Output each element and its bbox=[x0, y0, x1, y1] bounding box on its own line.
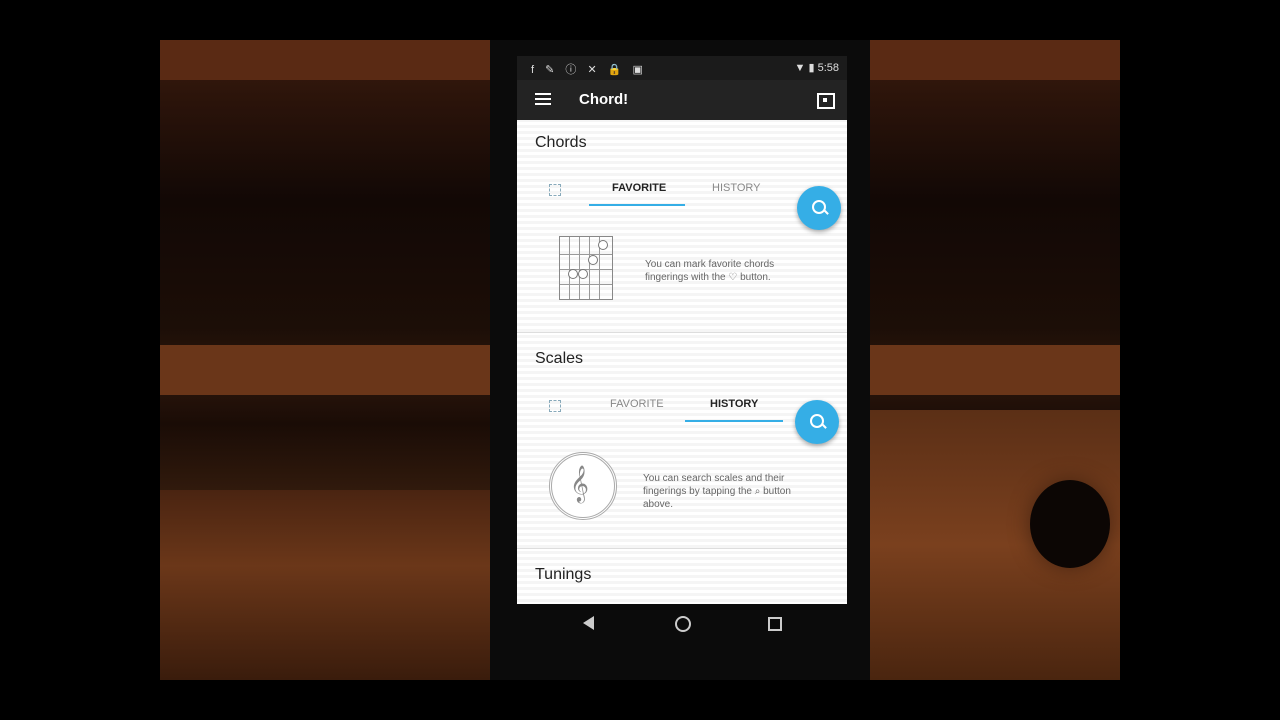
cabinet-knob bbox=[1030, 480, 1110, 568]
wifi-icon: ▼ bbox=[794, 62, 806, 74]
wood-stack-left bbox=[160, 490, 490, 680]
app-bar: Chord! bbox=[517, 80, 847, 120]
scales-card: Scales FAVORITE HISTORY 𝄞 You can search… bbox=[517, 336, 847, 549]
scales-title: Scales bbox=[535, 350, 584, 367]
phone-screen: f ✎ ⓘ ✕ 🔒 ▣ ▼ ▮ 5:58 Chord! Chords FAVOR… bbox=[517, 56, 847, 608]
status-bar: f ✎ ⓘ ✕ 🔒 ▣ ▼ ▮ 5:58 bbox=[517, 56, 847, 80]
wood-shelf-mid-right bbox=[870, 345, 1120, 395]
tab-scales-history[interactable]: HISTORY bbox=[710, 398, 758, 410]
active-tab-indicator bbox=[685, 420, 783, 422]
wood-shelf-top-left bbox=[160, 40, 490, 80]
chords-search-button[interactable] bbox=[797, 186, 841, 230]
expand-icon[interactable] bbox=[549, 400, 561, 412]
main-content[interactable]: Chords FAVORITE HISTORY You can mark fav… bbox=[517, 120, 847, 608]
scales-search-button[interactable] bbox=[795, 400, 839, 444]
chords-empty-message: You can mark favorite chords fingerings … bbox=[645, 259, 775, 283]
cast-icon[interactable] bbox=[817, 93, 835, 109]
tunings-card: Tunings bbox=[517, 552, 847, 608]
system-nav-bar bbox=[517, 604, 847, 664]
recent-apps-icon[interactable] bbox=[768, 617, 782, 631]
hamburger-menu-icon[interactable] bbox=[535, 93, 551, 105]
notification-icons: f ✎ ⓘ ✕ 🔒 ▣ bbox=[531, 64, 647, 76]
chords-title: Chords bbox=[535, 134, 587, 151]
scales-empty-message: You can search scales and their fingerin… bbox=[643, 473, 791, 510]
tab-chords-favorite[interactable]: FAVORITE bbox=[612, 182, 666, 194]
tunings-title: Tunings bbox=[535, 566, 592, 583]
chord-diagram-icon bbox=[559, 236, 613, 300]
tab-scales-favorite[interactable]: FAVORITE bbox=[610, 398, 664, 410]
expand-icon[interactable] bbox=[549, 184, 561, 196]
app-title: Chord! bbox=[579, 91, 629, 108]
circle-of-fifths-icon: 𝄞 bbox=[549, 452, 617, 520]
status-time: 5:58 bbox=[817, 62, 839, 74]
wood-shelf-mid-left bbox=[160, 345, 490, 395]
home-icon[interactable] bbox=[675, 616, 691, 632]
wood-shelf-top-right bbox=[870, 40, 1120, 80]
active-tab-indicator bbox=[589, 204, 685, 206]
chords-card: Chords FAVORITE HISTORY You can mark fav… bbox=[517, 120, 847, 333]
battery-icon: ▮ bbox=[808, 62, 815, 74]
tab-chords-history[interactable]: HISTORY bbox=[712, 182, 761, 194]
back-icon[interactable] bbox=[583, 616, 594, 630]
